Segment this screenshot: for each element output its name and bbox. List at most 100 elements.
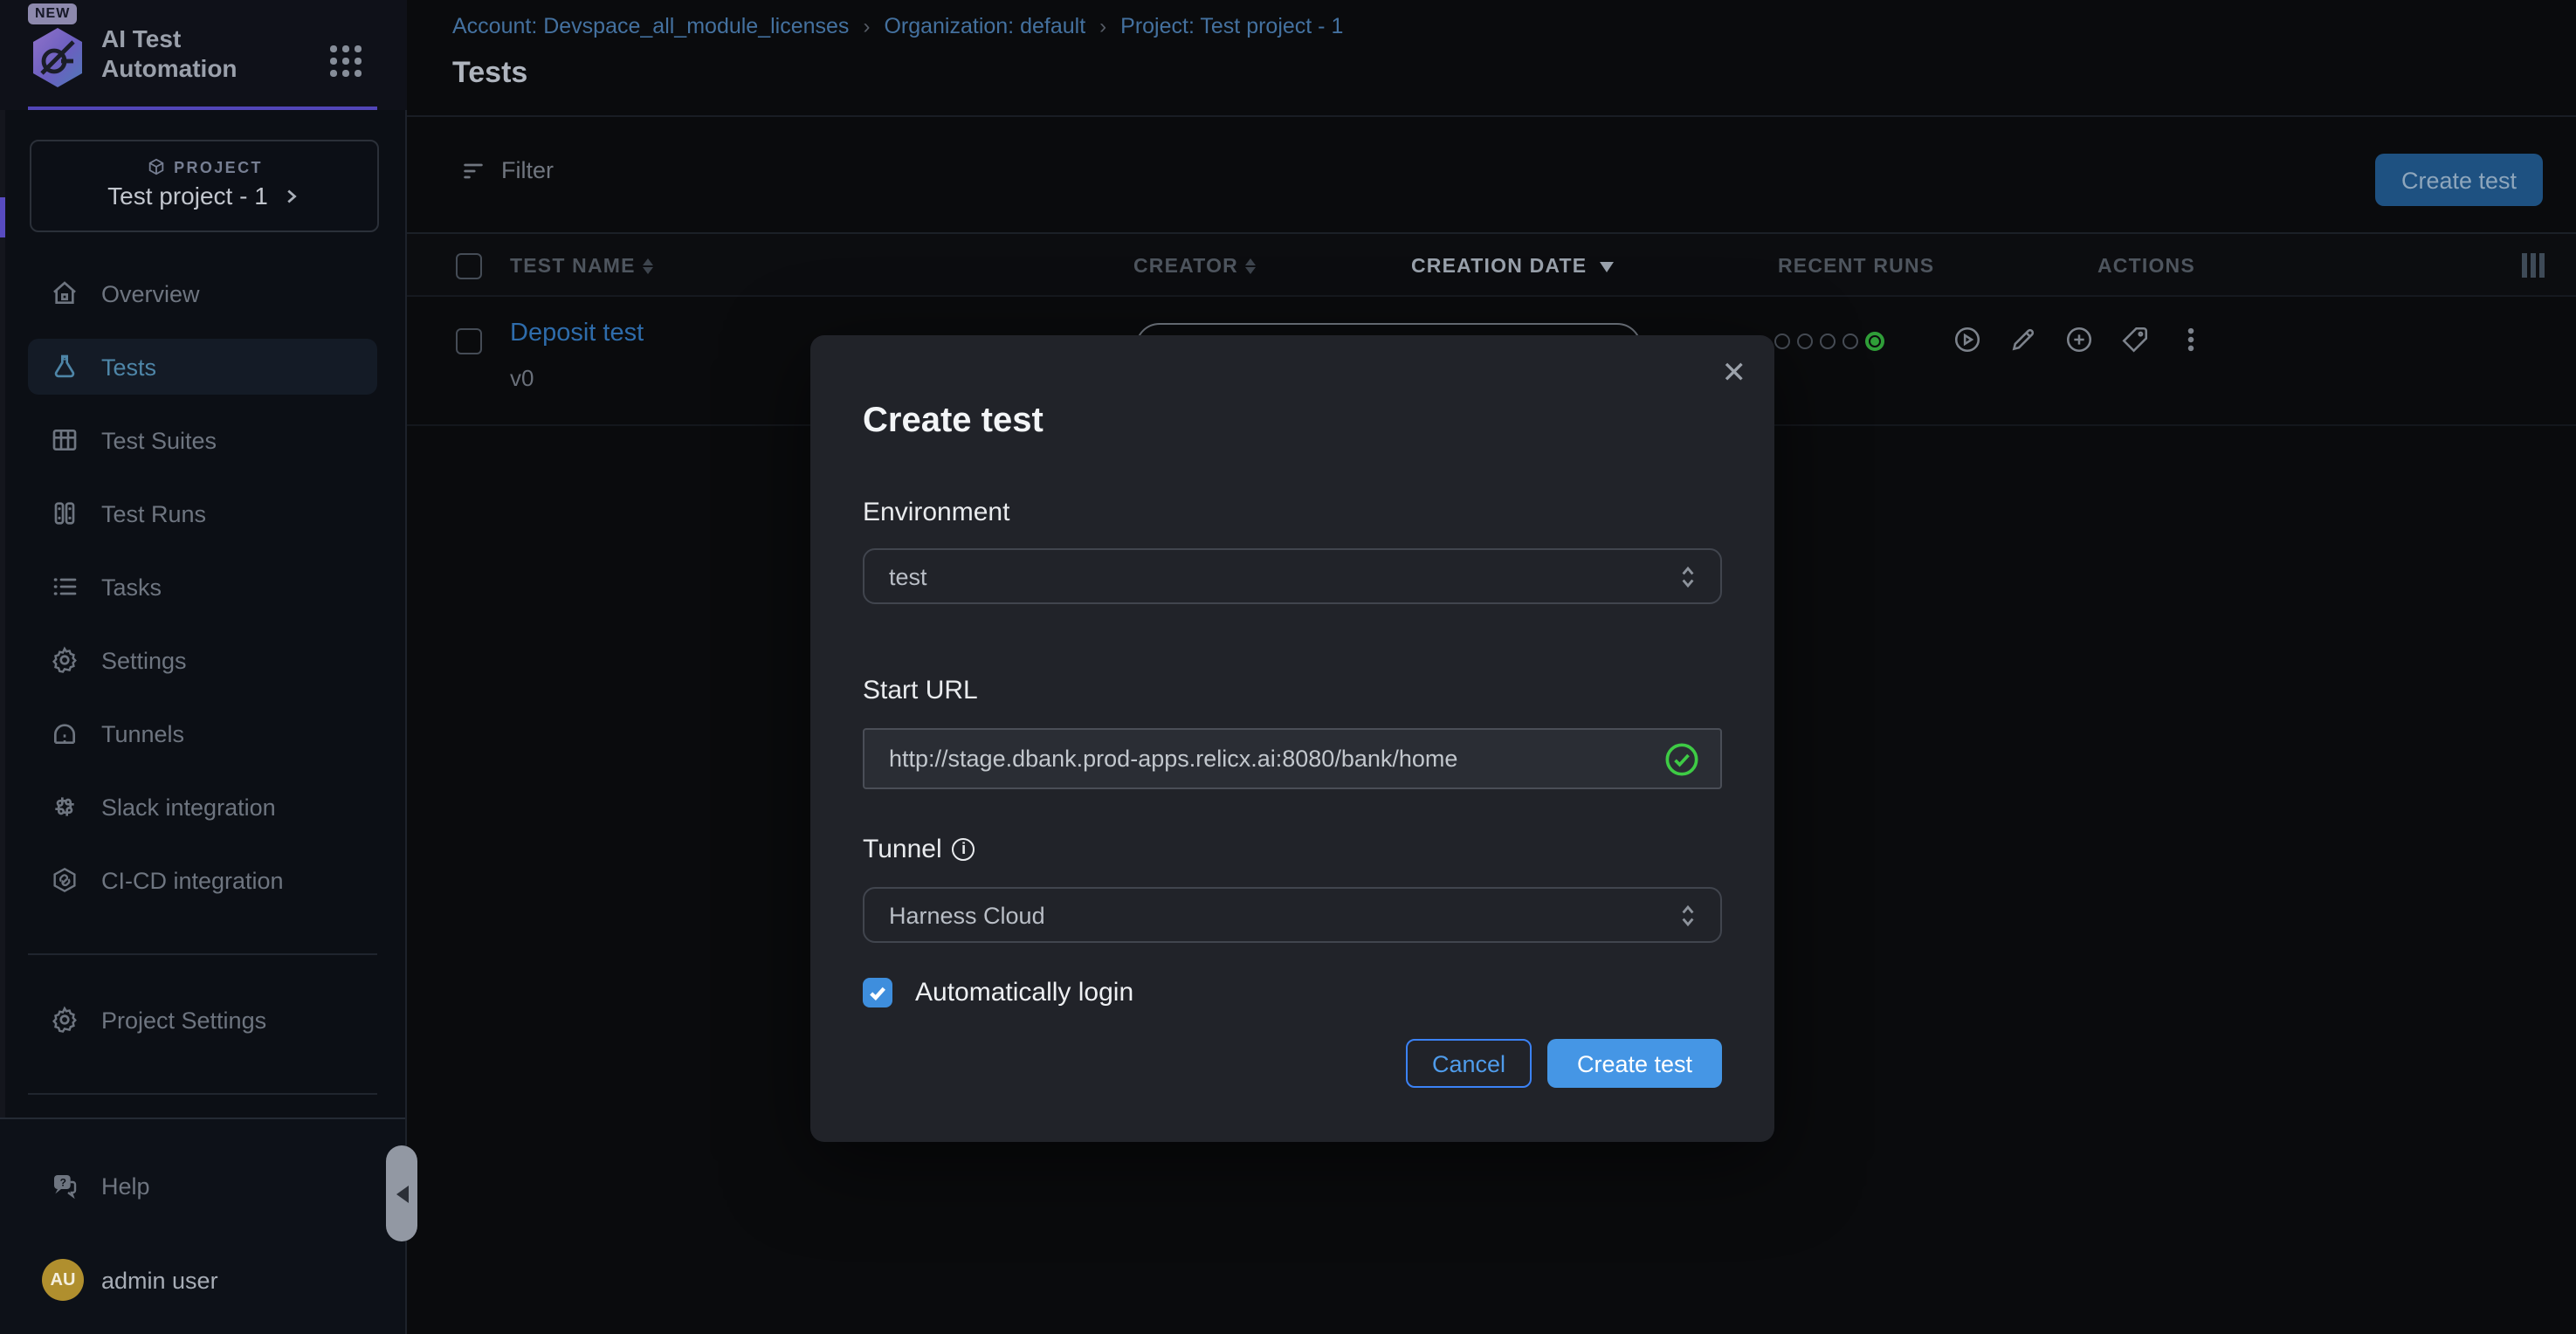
- auto-login-checkbox[interactable]: [863, 978, 892, 1007]
- run-dot-empty[interactable]: [1774, 334, 1790, 349]
- app-title: AI Test Automation: [101, 24, 238, 84]
- project-selector[interactable]: PROJECT Test project - 1: [30, 140, 379, 232]
- column-creation-date[interactable]: CREATION DATE: [1411, 234, 1613, 299]
- environment-label: Environment: [863, 498, 1009, 527]
- sidebar-item-settings[interactable]: Settings: [28, 632, 377, 688]
- modal-title: Create test: [863, 402, 1043, 442]
- filter-button[interactable]: Filter: [461, 157, 554, 183]
- help-chat-icon: ?: [51, 1172, 79, 1200]
- user-name: admin user: [101, 1267, 218, 1293]
- table-grid-icon: [51, 426, 79, 454]
- breadcrumb-account[interactable]: Account: Devspace_all_module_licenses: [452, 14, 849, 38]
- select-all-checkbox-cell: [456, 234, 482, 299]
- auto-login-label: Automatically login: [915, 978, 1133, 1007]
- brand-accent-line: [28, 107, 377, 110]
- sidebar-item-test-runs[interactable]: Test Runs: [28, 485, 377, 541]
- test-version: v0: [510, 365, 534, 391]
- run-dot-empty[interactable]: [1820, 334, 1836, 349]
- column-test-name[interactable]: TEST NAME: [510, 234, 653, 299]
- sidebar-item-tests[interactable]: Tests: [28, 339, 377, 395]
- project-label: PROJECT: [174, 158, 263, 175]
- breadcrumb-organization[interactable]: Organization: default: [884, 14, 1085, 38]
- tunnel-icon: [51, 719, 79, 747]
- flask-icon: [51, 353, 79, 381]
- left-rail-accent: [0, 197, 5, 237]
- tunnel-label: Tunnel i: [863, 835, 975, 864]
- breadcrumb-separator: ›: [863, 14, 870, 38]
- project-value: Test project - 1: [107, 182, 268, 210]
- select-all-checkbox[interactable]: [456, 253, 482, 279]
- sidebar-item-test-suites[interactable]: Test Suites: [28, 412, 377, 468]
- sidebar-item-tunnels[interactable]: Tunnels: [28, 705, 377, 761]
- cicd-link-icon: [51, 866, 79, 894]
- kebab-menu-icon[interactable]: [2176, 325, 2206, 354]
- start-url-input[interactable]: http://stage.dbank.prod-apps.relicx.ai:8…: [863, 728, 1722, 789]
- home-icon: [51, 279, 79, 307]
- url-valid-check-icon: [1664, 741, 1699, 776]
- column-creator[interactable]: CREATOR: [1133, 234, 1256, 299]
- column-actions: ACTIONS: [2097, 234, 2195, 299]
- sidebar-item-cicd-integration[interactable]: CI-CD integration: [28, 852, 377, 908]
- row-actions: [1953, 325, 2206, 354]
- modal-create-test-button[interactable]: Create test: [1547, 1039, 1722, 1088]
- add-to-suite-icon[interactable]: [2064, 325, 2094, 354]
- header-divider: [407, 115, 2576, 117]
- start-url-label: Start URL: [863, 676, 978, 705]
- close-icon[interactable]: ✕: [1722, 356, 1747, 391]
- cancel-button[interactable]: Cancel: [1406, 1039, 1532, 1088]
- run-test-icon[interactable]: [1953, 325, 1982, 354]
- tag-icon[interactable]: [2120, 325, 2150, 354]
- app-logo-icon: [30, 26, 86, 89]
- sort-toggle-icon[interactable]: [643, 258, 653, 274]
- breadcrumb-separator: ›: [1099, 14, 1106, 38]
- app-window: NEW AI Test Automation: [0, 0, 2576, 1334]
- column-settings-icon[interactable]: [2521, 253, 2545, 278]
- sort-desc-icon: [1599, 261, 1613, 272]
- page-title: Tests: [452, 56, 527, 91]
- sidebar-divider-top: [28, 953, 377, 955]
- chevron-right-icon: [282, 186, 301, 205]
- test-name-link[interactable]: Deposit test: [510, 320, 644, 347]
- chevron-left-icon: [396, 1185, 408, 1202]
- check-icon: [868, 983, 887, 1002]
- breadcrumb-project[interactable]: Project: Test project - 1: [1120, 14, 1343, 38]
- environment-value: test: [889, 563, 927, 589]
- sidebar-nav: Overview Tests Test Suites Test Runs: [28, 265, 377, 908]
- select-chevrons-icon: [1680, 563, 1696, 589]
- avatar: AU: [42, 1259, 84, 1301]
- logo-zone: NEW AI Test Automation: [0, 0, 407, 110]
- recent-runs: [1774, 332, 1884, 351]
- test-runs-icon: [51, 499, 79, 527]
- sidebar-item-project-settings[interactable]: Project Settings: [28, 992, 377, 1048]
- sidebar-divider-bottom: [28, 1093, 377, 1095]
- sidebar-item-tasks[interactable]: Tasks: [28, 559, 377, 615]
- filter-icon: [461, 158, 486, 182]
- run-dot-empty[interactable]: [1797, 334, 1813, 349]
- gear-icon: [51, 646, 79, 674]
- column-recent-runs: RECENT RUNS: [1778, 234, 1934, 299]
- user-menu[interactable]: AU admin user: [28, 1252, 377, 1308]
- start-url-value: http://stage.dbank.prod-apps.relicx.ai:8…: [889, 746, 1457, 772]
- breadcrumb: Account: Devspace_all_module_licenses › …: [452, 14, 1343, 38]
- sidebar: NEW AI Test Automation: [0, 0, 407, 1334]
- slack-icon: [51, 793, 79, 821]
- create-test-button[interactable]: Create test: [2375, 154, 2543, 206]
- environment-select[interactable]: test: [863, 548, 1722, 604]
- list-icon: [51, 573, 79, 601]
- tunnel-select[interactable]: Harness Cloud: [863, 887, 1722, 943]
- row-checkbox[interactable]: [456, 328, 482, 354]
- app-switcher-icon[interactable]: [330, 45, 362, 77]
- sidebar-item-overview[interactable]: Overview: [28, 265, 377, 321]
- edit-pencil-icon[interactable]: [2008, 325, 2038, 354]
- gear-icon: [51, 1006, 79, 1034]
- auto-login-checkbox-row[interactable]: Automatically login: [863, 978, 1133, 1007]
- create-test-modal: ✕ Create test Environment test Start URL…: [810, 335, 1774, 1142]
- cube-icon: [146, 157, 165, 176]
- run-dot-passed[interactable]: [1865, 332, 1884, 351]
- sidebar-item-help[interactable]: ? Help: [28, 1158, 377, 1214]
- sort-toggle-icon[interactable]: [1245, 258, 1256, 274]
- sidebar-item-slack-integration[interactable]: Slack integration: [28, 779, 377, 835]
- info-icon[interactable]: i: [953, 838, 975, 861]
- table-header: TEST NAME CREATOR CREATION DATE RECENT R…: [407, 232, 2576, 297]
- run-dot-empty[interactable]: [1842, 334, 1858, 349]
